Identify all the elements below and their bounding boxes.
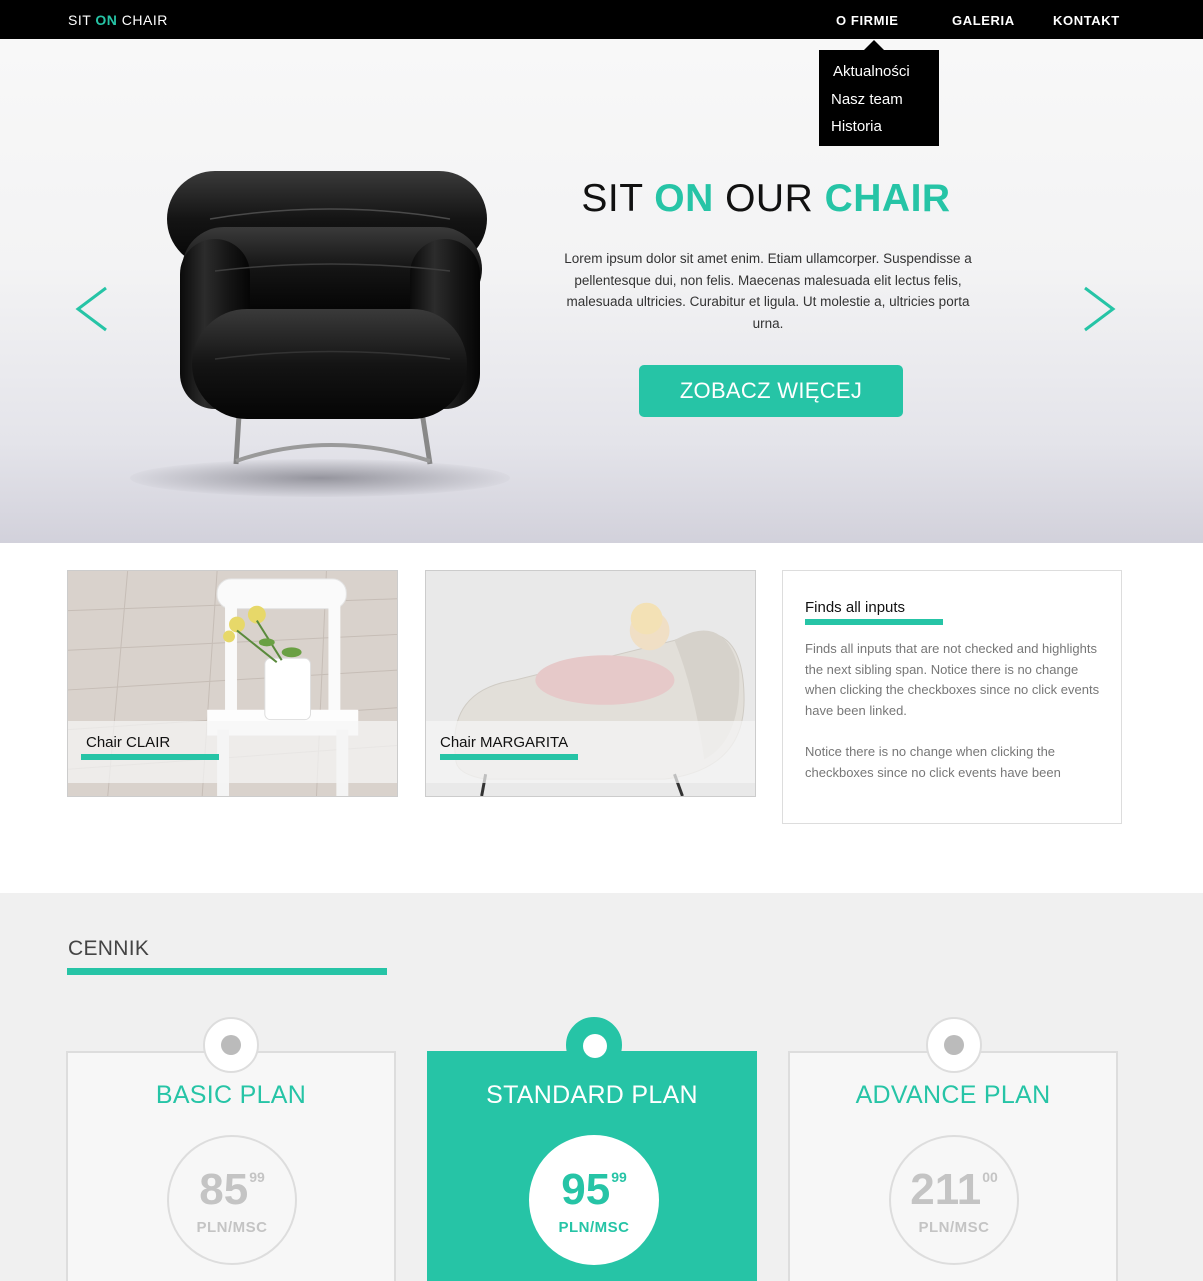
plan-tag-icon <box>566 1017 622 1073</box>
dropdown-item-aktualnosci[interactable]: Aktualności <box>819 62 939 90</box>
logo-text-sit: SIT <box>68 12 96 28</box>
logo-text-on: ON <box>95 12 118 28</box>
card-underline <box>81 754 219 760</box>
plan-name: STANDARD PLAN <box>486 1081 698 1109</box>
plan-card-basic[interactable]: BASIC PLAN 8599 PLN/MSC <box>66 1017 396 1281</box>
card-caption-clair: Chair CLAIR <box>86 734 171 751</box>
hero-description: Lorem ipsum dolor sit amet enim. Etiam u… <box>564 251 972 331</box>
plan-tag-icon <box>926 1017 982 1073</box>
price-value: 21100 <box>891 1165 1017 1215</box>
dropdown-item-nasz-team[interactable]: Nasz team <box>819 90 939 118</box>
info-box: Finds all inputs Finds all inputs that a… <box>782 570 1122 824</box>
price-whole: 211 <box>910 1165 982 1214</box>
dropdown-caret <box>864 40 884 50</box>
product-card-margarita[interactable]: Chair MARGARITA <box>425 570 756 797</box>
info-title-underline <box>805 619 943 625</box>
price-unit: PLN/MSC <box>918 1219 990 1236</box>
dropdown-item-historia[interactable]: Historia <box>819 117 939 145</box>
plan-tag-icon <box>203 1017 259 1073</box>
logo-text-chair: CHAIR <box>117 12 168 28</box>
site-logo[interactable]: SIT ON CHAIR <box>68 12 168 28</box>
price-cents: 99 <box>249 1169 265 1185</box>
armchair-image <box>120 159 540 519</box>
hero-title-word-sit: SIT <box>581 177 655 220</box>
card-underline <box>440 754 578 760</box>
plan-card-standard[interactable]: STANDARD PLAN 9599 PLN/MSC <box>427 1017 757 1281</box>
price-whole: 95 <box>561 1165 611 1214</box>
card-caption-margarita: Chair MARGARITA <box>440 734 569 751</box>
top-navbar: SIT ON CHAIR O FIRMIE GALERIA KONTAKT <box>0 0 1203 39</box>
price-unit: PLN/MSC <box>196 1219 268 1236</box>
zobacz-wiecej-button[interactable]: ZOBACZ WIĘCEJ <box>639 365 903 417</box>
pricing-heading-underline <box>67 968 387 975</box>
nav-link-kontakt[interactable]: KONTAKT <box>1053 13 1120 28</box>
plan-name: BASIC PLAN <box>155 1081 307 1109</box>
chevron-left-icon <box>75 286 107 332</box>
hero-title-word-our: OUR <box>713 177 825 220</box>
price-cents: 00 <box>982 1169 998 1185</box>
product-card-clair[interactable]: Chair CLAIR <box>67 570 398 797</box>
price-whole: 85 <box>199 1165 249 1214</box>
card-caption-overlay <box>426 721 755 783</box>
nav-link-o-firmie[interactable]: O FIRMIE <box>836 13 899 28</box>
pricing-section: CENNIK BASIC PLAN 8599 PLN/MSC STANDARD … <box>0 893 1203 1281</box>
hero-slider: SIT ON OUR CHAIR Lorem ipsum dolor sit a… <box>0 39 1203 543</box>
hero-title-word-on: ON <box>654 177 714 220</box>
price-unit: PLN/MSC <box>558 1219 630 1236</box>
nav-link-galeria[interactable]: GALERIA <box>952 13 1015 28</box>
hero-title-word-chair: CHAIR <box>824 177 951 220</box>
price-value: 8599 <box>169 1165 295 1215</box>
plan-card-advance[interactable]: ADVANCE PLAN 21100 PLN/MSC <box>788 1017 1118 1281</box>
pricing-heading: CENNIK <box>68 937 150 960</box>
price-circle: 9599 PLN/MSC <box>529 1135 659 1265</box>
chevron-right-icon <box>1084 286 1116 332</box>
card-caption-overlay <box>68 721 397 783</box>
info-paragraph-2: Notice there is no change when clicking … <box>805 744 1061 780</box>
info-title: Finds all inputs <box>805 599 906 616</box>
slider-prev-button[interactable] <box>72 284 112 334</box>
price-cents: 99 <box>611 1169 627 1185</box>
hero-title: SIT ON OUR CHAIR <box>556 177 976 221</box>
price-circle: 21100 PLN/MSC <box>889 1135 1019 1265</box>
price-circle: 8599 PLN/MSC <box>167 1135 297 1265</box>
slider-next-button[interactable] <box>1079 284 1119 334</box>
info-paragraph-1: Finds all inputs that are not checked an… <box>805 641 1100 718</box>
plan-name: ADVANCE PLAN <box>855 1081 1051 1109</box>
o-firmie-dropdown-menu: Aktualności Nasz team Historia <box>819 50 939 146</box>
price-value: 9599 <box>531 1165 657 1215</box>
